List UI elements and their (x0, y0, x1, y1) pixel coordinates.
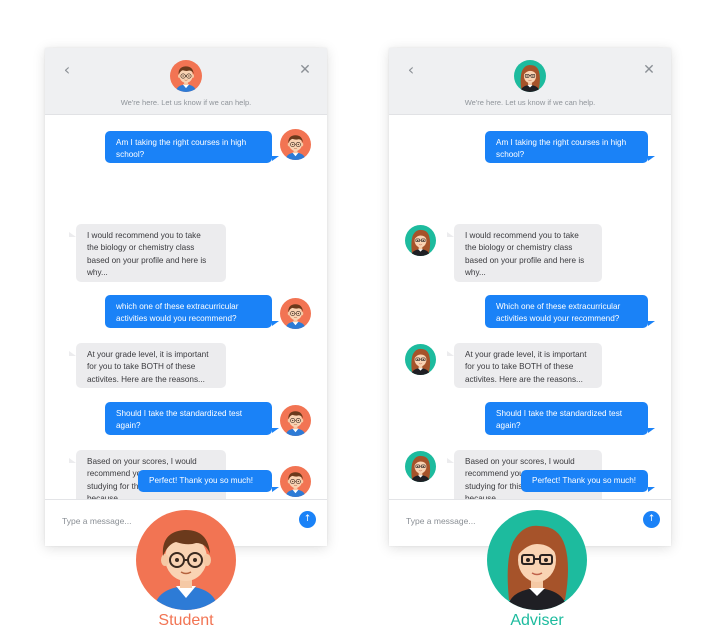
back-arrow-icon[interactable]: ‹ (59, 62, 75, 78)
adviser-label: Adviser (510, 612, 564, 628)
message-line: for you to take BOTH of these (465, 362, 574, 372)
outgoing-message-bubble: Perfect! Thank you so much! (521, 470, 648, 492)
message-line: why... (465, 268, 486, 278)
student-avatar (280, 298, 311, 329)
incoming-message-bubble: I would recommend you to take the biolog… (76, 224, 226, 282)
incoming-message-bubble: At your grade level, it is important for… (454, 343, 602, 388)
outgoing-message-bubble: Perfect! Thank you so much! (138, 470, 272, 492)
message-line: again? (496, 421, 521, 431)
message-line: Perfect! Thank you so much! (532, 476, 637, 485)
chat-header: ‹ ✕ We're here. Let us know if we can he… (45, 48, 327, 115)
adviser-avatar (514, 60, 546, 92)
outgoing-message-bubble: Which one of these extracurricular activ… (485, 295, 648, 328)
message-line: At your grade level, it is important (465, 350, 587, 359)
close-icon[interactable]: ✕ (641, 62, 657, 78)
message-line: for you to take BOTH of these (87, 362, 196, 372)
outgoing-message-bubble: Should I take the standardized test agai… (105, 402, 272, 435)
student-label: Student (158, 612, 214, 628)
message-line: school? (116, 150, 145, 160)
message-line: activities would your recommend? (496, 314, 620, 324)
message-list: Am I taking the right courses in high sc… (45, 115, 327, 508)
message-line: Am I taking the right courses in high (496, 138, 627, 147)
outgoing-message-bubble: Am I taking the right courses in high sc… (105, 131, 272, 163)
student-chat-window: ‹ ✕ We're here. Let us know if we can he… (45, 48, 327, 546)
message-line: I would recommend you to take (87, 231, 201, 240)
message-line: why... (87, 268, 108, 278)
header-subtitle: We're here. Let us know if we can help. (464, 98, 596, 107)
message-line: school? (496, 150, 525, 160)
message-line: based on your profile and here is (465, 255, 585, 265)
send-button[interactable]: ↑ (299, 511, 316, 528)
outgoing-message-bubble: Should I take the standardized test agai… (485, 402, 648, 435)
message-row: Am I taking the right courses in high sc… (45, 115, 327, 163)
outgoing-message-bubble: Am I taking the right courses in high sc… (485, 131, 648, 163)
adviser-avatar (405, 225, 436, 256)
student-persona-avatar (136, 510, 236, 610)
message-line: based on your profile and here is (87, 255, 207, 265)
message-line: I would recommend you to take (465, 231, 579, 240)
back-arrow-icon[interactable]: ‹ (403, 62, 419, 78)
student-avatar (280, 405, 311, 436)
message-line: Perfect! Thank you so much! (149, 476, 254, 485)
message-line: Based on your scores, I would (87, 457, 197, 466)
message-line: Am I taking the right courses in high (116, 138, 247, 147)
arrow-up-icon: ↑ (647, 514, 656, 524)
adviser-avatar (405, 344, 436, 375)
incoming-message-bubble: At your grade level, it is important for… (76, 343, 226, 388)
message-line: again? (116, 421, 141, 431)
adviser-chat-window: ‹ ✕ We're here. Let us know if we can he… (389, 48, 671, 546)
message-line: activities would you recommend? (116, 314, 237, 324)
outgoing-message-bubble: which one of these extracurricular activ… (105, 295, 272, 328)
incoming-message-bubble: I would recommend you to take the biolog… (454, 224, 602, 282)
chat-header: ‹ ✕ We're here. Let us know if we can he… (389, 48, 671, 115)
send-button[interactable]: ↑ (643, 511, 660, 528)
arrow-up-icon: ↑ (303, 514, 312, 524)
message-list: Am I taking the right courses in high sc… (389, 115, 671, 508)
message-line: At your grade level, it is important (87, 350, 209, 359)
adviser-persona-avatar (487, 510, 587, 610)
message-line: Should I take the standardized test (496, 409, 623, 418)
close-icon[interactable]: ✕ (297, 62, 313, 78)
message-line: the biology or chemistry class (87, 243, 195, 253)
message-line: Should I take the standardized test (116, 409, 243, 418)
student-avatar (170, 60, 202, 92)
message-line: activites. Here are the reasons... (465, 374, 583, 384)
student-avatar (280, 466, 311, 497)
message-line: which one of these extracurricular (116, 302, 239, 311)
message-line: the biology or chemistry class (465, 243, 573, 253)
message-line: Based on your scores, I would (465, 457, 575, 466)
message-line: Which one of these extracurricular (496, 302, 621, 311)
student-avatar (280, 129, 311, 160)
adviser-avatar (405, 451, 436, 482)
message-line: activites. Here are the reasons... (87, 374, 205, 384)
header-subtitle: We're here. Let us know if we can help. (120, 98, 252, 107)
